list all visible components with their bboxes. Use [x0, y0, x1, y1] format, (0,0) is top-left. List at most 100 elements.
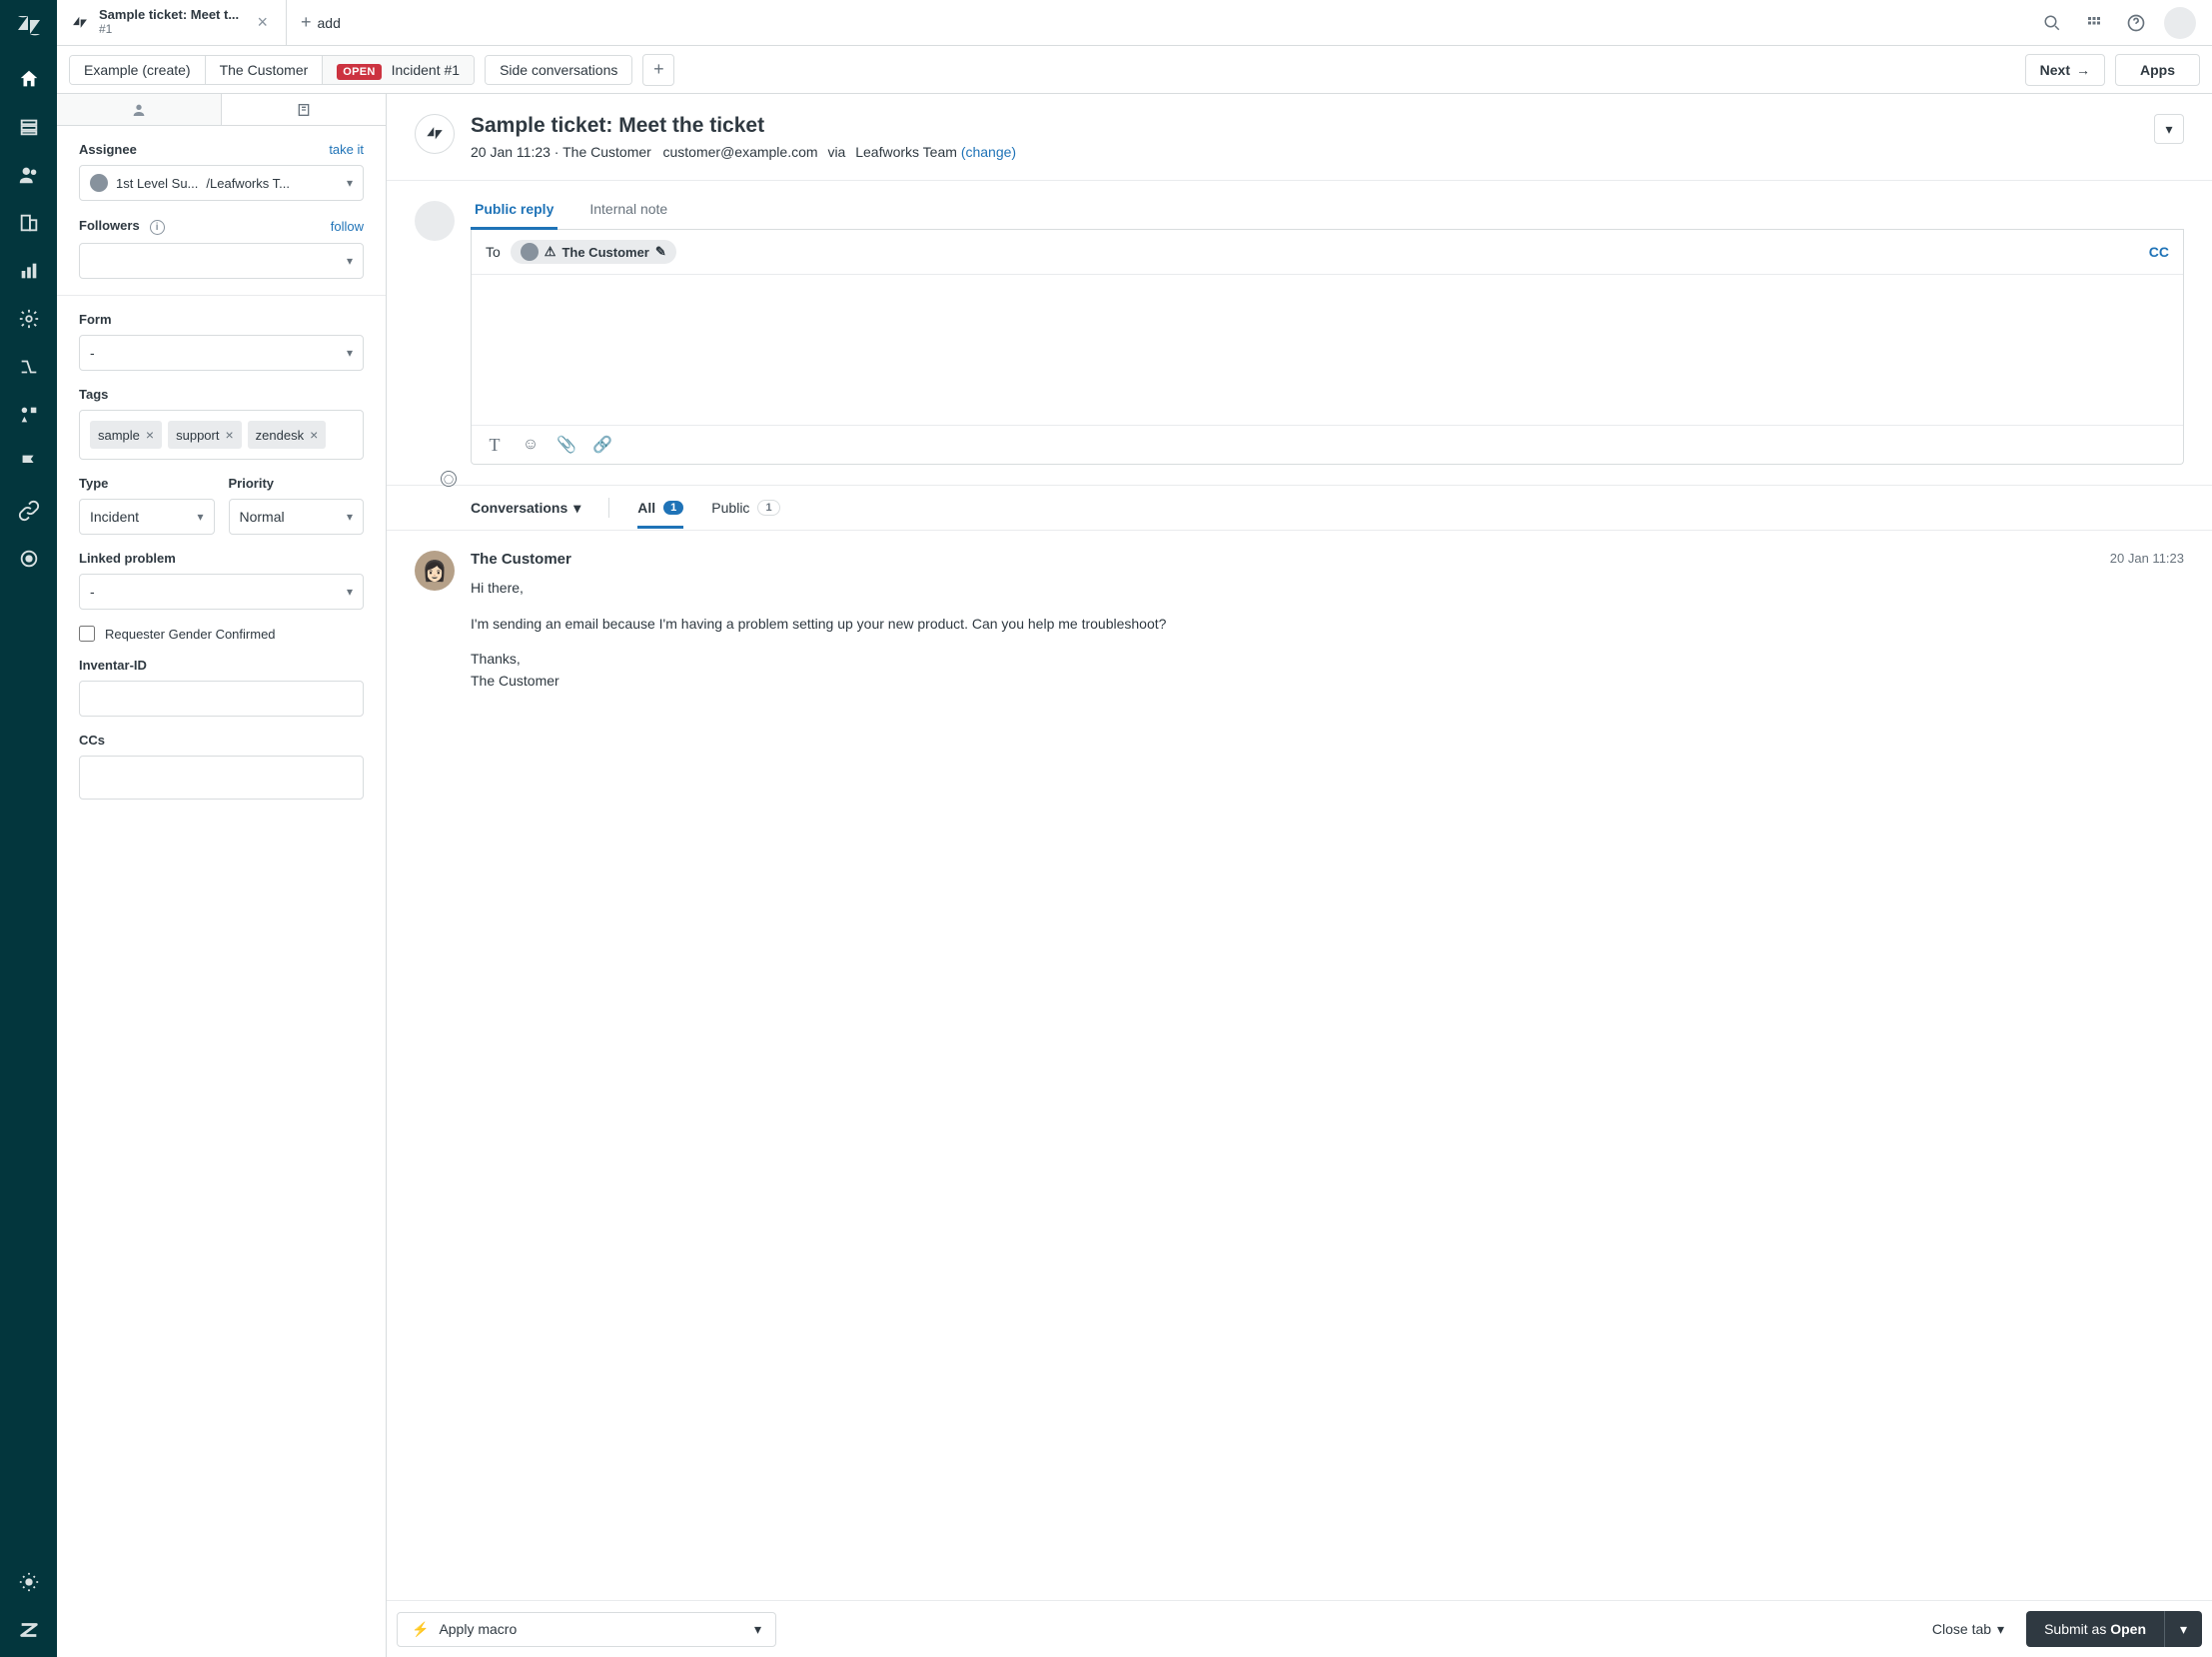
change-link[interactable]: (change)	[961, 144, 1016, 160]
conversations-dropdown[interactable]: Conversations ▾	[471, 500, 580, 529]
close-tab-button[interactable]: Close tab ▾	[1926, 1613, 2010, 1646]
tab-number: #1	[99, 23, 243, 37]
brightness-icon[interactable]	[14, 1567, 44, 1597]
add-label: add	[318, 15, 341, 31]
remove-tag-icon[interactable]: ×	[310, 427, 318, 443]
count-badge: 1	[663, 501, 683, 515]
requester-gender-label: Requester Gender Confirmed	[105, 627, 276, 642]
tab-internal-note[interactable]: Internal note	[585, 201, 671, 229]
cc-link[interactable]: CC	[2149, 244, 2169, 260]
conv-tab-all[interactable]: All 1	[637, 500, 683, 528]
form-select[interactable]: - ▾	[79, 335, 364, 371]
tab-public-reply[interactable]: Public reply	[471, 201, 557, 229]
assignee-select[interactable]: 1st Level Su... /Leafworks T... ▾	[79, 165, 364, 201]
apps-shapes-icon[interactable]	[14, 400, 44, 430]
remove-tag-icon[interactable]: ×	[146, 427, 154, 443]
type-select[interactable]: Incident ▾	[79, 499, 215, 535]
chevron-down-icon: ▾	[347, 585, 353, 599]
ticket-source-icon	[415, 114, 455, 154]
assignee-group: 1st Level Su...	[116, 176, 198, 191]
tag-item: sample×	[90, 421, 162, 449]
remove-tag-icon[interactable]: ×	[225, 427, 233, 443]
linked-problem-select[interactable]: - ▾	[79, 574, 364, 610]
expand-button[interactable]: ▾	[2154, 114, 2184, 144]
link-insert-icon[interactable]: 🔗	[593, 436, 611, 454]
breadcrumb-segment: Example (create) The Customer OPEN Incid…	[69, 55, 475, 85]
message-avatar: 👩🏻	[415, 551, 455, 591]
user-avatar[interactable]	[2164, 7, 2196, 39]
message-text: Hi there, I'm sending an email because I…	[471, 578, 2184, 693]
reporting-icon[interactable]	[14, 256, 44, 286]
apply-macro-button[interactable]: ⚡ Apply macro ▾	[397, 1612, 776, 1647]
form-label: Form	[79, 312, 364, 327]
link-icon[interactable]	[14, 496, 44, 526]
add-tab-button[interactable]: + add	[287, 0, 355, 45]
apps-button[interactable]: Apps	[2115, 54, 2200, 86]
organizations-icon[interactable]	[14, 208, 44, 238]
breadcrumb-incident[interactable]: OPEN Incident #1	[323, 56, 474, 84]
ticket-title: Sample ticket: Meet the ticket	[471, 114, 2138, 138]
take-it-link[interactable]: take it	[329, 142, 364, 157]
recipient-chip[interactable]: ⚠ The Customer ✎	[511, 240, 676, 264]
admin-icon[interactable]	[14, 304, 44, 334]
search-icon[interactable]	[2038, 9, 2066, 37]
assignee-label: Assignee	[79, 142, 137, 157]
inventar-id-input[interactable]	[79, 681, 364, 717]
message-author: The Customer	[471, 551, 571, 568]
followers-select[interactable]: ▾	[79, 243, 364, 279]
ticket-sidebar: Assignee take it 1st Level Su... /Leafwo…	[57, 94, 387, 1657]
ccs-input[interactable]	[79, 756, 364, 800]
info-icon[interactable]: i	[150, 220, 165, 235]
ticket-tab[interactable]: Sample ticket: Meet t... #1 ×	[57, 0, 287, 45]
zendesk-z-icon[interactable]	[14, 1615, 44, 1645]
chevron-down-icon: ▾	[754, 1621, 761, 1638]
to-label: To	[486, 244, 501, 260]
breadcrumb-customer[interactable]: The Customer	[206, 56, 324, 84]
sidebar-tab-ticket[interactable]	[222, 94, 386, 125]
submit-button[interactable]: Submit as Open	[2026, 1611, 2164, 1647]
reply-textarea[interactable]	[472, 275, 2183, 425]
priority-select[interactable]: Normal ▾	[229, 499, 365, 535]
routing-icon[interactable]	[14, 352, 44, 382]
circle-status-icon[interactable]	[14, 544, 44, 574]
help-icon[interactable]	[2122, 9, 2150, 37]
flag-icon[interactable]	[14, 448, 44, 478]
chevron-down-icon: ▾	[347, 176, 353, 190]
inventar-id-label: Inventar-ID	[79, 658, 364, 673]
warning-icon: ⚠	[545, 244, 556, 260]
customers-icon[interactable]	[14, 160, 44, 190]
apps-grid-icon[interactable]	[2080, 9, 2108, 37]
assignee-user: /Leafworks T...	[206, 176, 290, 191]
zendesk-logo-icon[interactable]	[16, 12, 42, 38]
ticket-view: Sample ticket: Meet the ticket 20 Jan 11…	[387, 94, 2212, 1657]
nav-rail	[0, 0, 57, 1657]
breadcrumb-example[interactable]: Example (create)	[70, 56, 206, 84]
chevron-down-icon: ▾	[2165, 121, 2172, 138]
home-icon[interactable]	[14, 64, 44, 94]
requester-gender-checkbox[interactable]	[79, 626, 95, 642]
add-side-conversation-button[interactable]: +	[642, 54, 674, 86]
incident-label: Incident #1	[392, 62, 461, 78]
views-icon[interactable]	[14, 112, 44, 142]
type-label: Type	[79, 476, 215, 491]
sidebar-tab-user[interactable]	[57, 94, 222, 125]
follow-link[interactable]: follow	[331, 219, 364, 234]
tags-input[interactable]: sample× support× zendesk×	[79, 410, 364, 460]
text-format-icon[interactable]: T	[486, 436, 504, 454]
attachment-icon[interactable]: 📎	[557, 436, 575, 454]
conv-tab-public[interactable]: Public 1	[711, 500, 779, 528]
close-tab-icon[interactable]: ×	[253, 8, 272, 37]
user-icon	[90, 174, 108, 192]
priority-label: Priority	[229, 476, 365, 491]
tag-item: zendesk×	[248, 421, 327, 449]
count-badge: 1	[757, 500, 779, 516]
next-button[interactable]: Next →	[2025, 54, 2105, 86]
chevron-down-icon: ▾	[347, 510, 353, 524]
submit-more-button[interactable]: ▾	[2164, 1611, 2202, 1647]
secondary-bar: Example (create) The Customer OPEN Incid…	[57, 46, 2212, 94]
emoji-icon[interactable]: ☺	[522, 436, 540, 454]
linked-problem-label: Linked problem	[79, 551, 364, 566]
side-conversations-button[interactable]: Side conversations	[486, 56, 631, 84]
tags-label: Tags	[79, 387, 364, 402]
edit-icon[interactable]: ✎	[655, 244, 666, 260]
